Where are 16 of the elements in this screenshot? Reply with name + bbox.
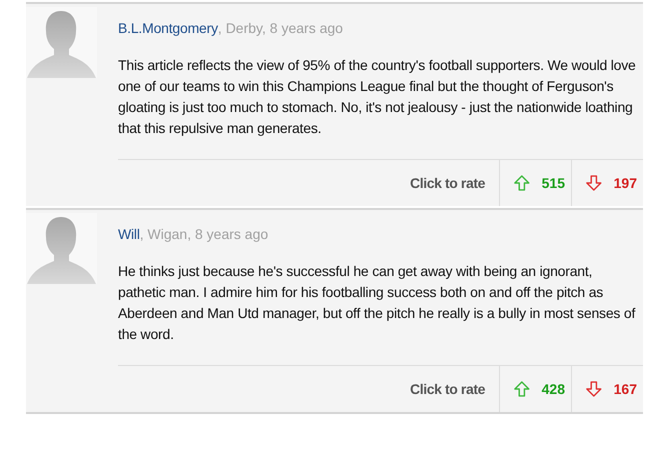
comment-meta: , Wigan, 8 years ago (140, 226, 268, 242)
author-link[interactable]: B.L.Montgomery (118, 20, 218, 36)
rate-label: Click to rate (410, 381, 485, 397)
up-arrow-icon (514, 380, 530, 398)
downvote-button[interactable]: 197 (571, 160, 643, 206)
upvote-button[interactable]: 515 (499, 160, 571, 206)
downvote-button[interactable]: 167 (571, 366, 643, 412)
rate-label: Click to rate (410, 175, 485, 191)
author-link[interactable]: Will (118, 226, 140, 242)
comment-meta: , Derby, 8 years ago (218, 20, 343, 36)
up-arrow-icon (514, 174, 530, 192)
comment-text: This article reflects the view of 95% of the country's football supporters. We would love one of our teams to win this Champions League final but the thought of Ferguson's gloating is just too much to stomach. No, it's not jealousy - just the nationwide loathing that this repulsive man generates. (118, 56, 637, 138)
comment-text: He thinks just because he's successful he can get away with being an ignorant, pathetic man. I admire him for his footballing success both on and off the pitch as Aberdeen and Man Utd manager, but off the pitch he really is a bully in most senses of the word. (118, 262, 636, 344)
down-arrow-icon (586, 174, 602, 192)
down-arrow-icon (586, 380, 602, 398)
upvote-button[interactable]: 428 (499, 366, 571, 412)
